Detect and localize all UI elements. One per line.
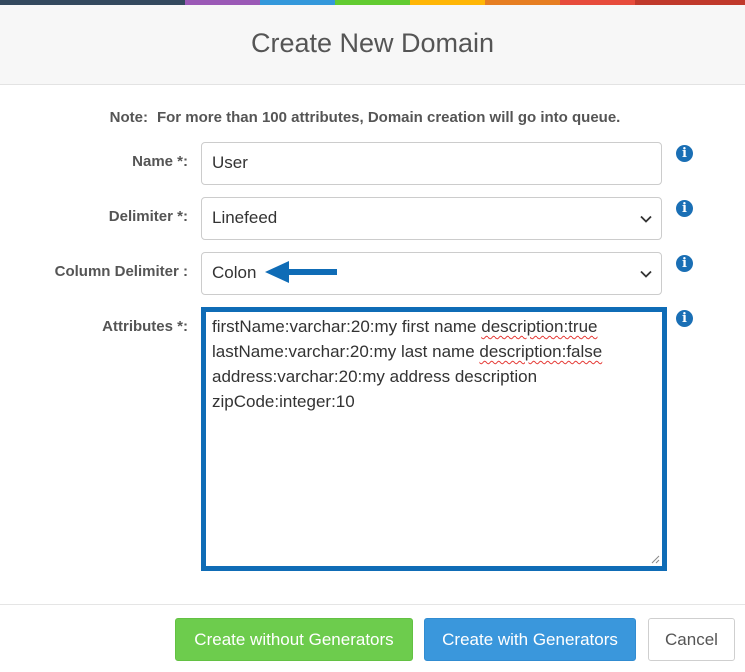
chevron-down-icon — [640, 270, 652, 278]
name-input-value: User — [212, 153, 248, 172]
attribute-text: lastName:varchar:20:my last name — [212, 342, 480, 361]
attribute-text: firstName:varchar:20:my first name — [212, 317, 482, 336]
annotation-arrow-icon — [265, 261, 337, 283]
info-icon[interactable]: i — [676, 145, 693, 162]
chevron-down-icon — [640, 215, 652, 223]
column-delimiter-select-value: Colon — [212, 263, 257, 282]
info-icon[interactable]: i — [676, 200, 693, 217]
column-delimiter-label: Column Delimiter : — [54, 263, 188, 280]
queue-note: Note: For more than 100 attributes, Domai… — [0, 109, 730, 126]
delimiter-select-value: Linefeed — [212, 208, 278, 227]
dialog-header: Create New Domain — [0, 5, 745, 85]
spellcheck-flagged-text: description:false — [479, 342, 603, 361]
delimiter-label: Delimiter *: — [108, 208, 188, 225]
info-icon[interactable]: i — [676, 255, 693, 272]
create-with-generators-button[interactable]: Create with Generators — [424, 618, 636, 661]
info-icon[interactable]: i — [676, 310, 693, 327]
attribute-line: lastName:varchar:20:my last name descrip… — [212, 339, 656, 364]
note-text: For more than 100 attributes, Domain cre… — [156, 109, 621, 126]
delimiter-select[interactable]: Linefeed — [201, 197, 662, 240]
attribute-text: zipCode:integer:10 — [212, 392, 355, 411]
resize-handle-icon[interactable] — [650, 554, 660, 564]
dialog-title: Create New Domain — [250, 28, 495, 58]
attribute-line: zipCode:integer:10 — [212, 389, 656, 414]
cancel-button[interactable]: Cancel — [648, 618, 735, 661]
attribute-text: address:varchar:20:my address descriptio… — [212, 367, 538, 386]
attribute-line: firstName:varchar:20:my first name descr… — [212, 314, 656, 339]
note-label: Note: — [109, 109, 148, 126]
spellcheck-flagged-text: description:true — [481, 317, 598, 336]
attribute-line: address:varchar:20:my address descriptio… — [212, 364, 656, 389]
create-without-generators-button[interactable]: Create without Generators — [175, 618, 413, 661]
name-input[interactable]: User — [201, 142, 662, 185]
name-label: Name *: — [132, 153, 188, 170]
attributes-label: Attributes *: — [102, 318, 188, 335]
attributes-textarea[interactable]: firstName:varchar:20:my first name descr… — [201, 307, 667, 571]
